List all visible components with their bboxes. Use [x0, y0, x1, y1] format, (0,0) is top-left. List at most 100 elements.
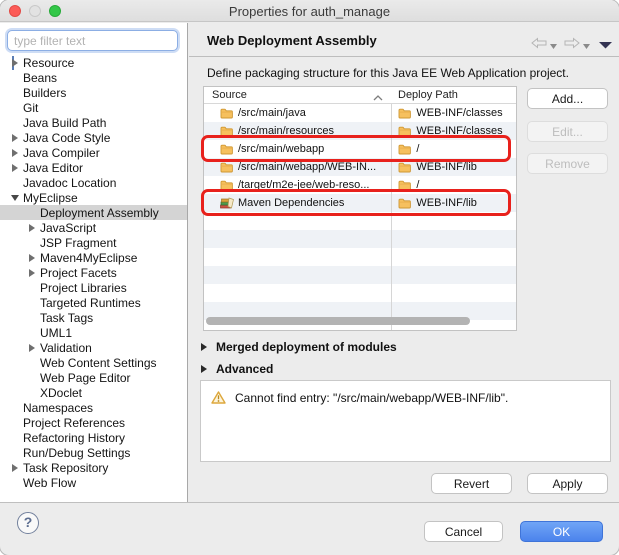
table-row-src-main-resources[interactable]: /src/main/resources WEB-INF/classes	[204, 122, 516, 140]
folder-icon	[220, 144, 234, 155]
forward-dropdown-icon[interactable]	[583, 36, 590, 54]
tree-collapsed-icon[interactable]	[10, 59, 20, 67]
sidebar-item-task-repository[interactable]: Task Repository	[0, 460, 187, 475]
tree-collapsed-icon[interactable]	[10, 464, 20, 472]
sidebar-item-web-content-settings[interactable]: Web Content Settings	[0, 355, 187, 370]
cell-text: /target/m2e-jee/web-reso...	[238, 179, 369, 191]
sidebar-item-task-tags[interactable]: Task Tags	[0, 310, 187, 325]
column-header-source[interactable]: Source	[212, 89, 247, 101]
ok-button[interactable]: OK	[520, 521, 603, 542]
section-merged-deployment[interactable]: Merged deployment of modules	[201, 340, 397, 354]
table-empty-row	[204, 266, 516, 284]
sidebar-item-git[interactable]: Git	[0, 100, 187, 115]
table-cell: WEB-INF/classes	[390, 122, 516, 140]
sidebar-item-label: Maven4MyEclipse	[40, 251, 137, 265]
folder-icon	[220, 108, 234, 119]
horizontal-scrollbar[interactable]	[206, 317, 470, 325]
sidebar-item-resource[interactable]: Resource	[0, 55, 187, 70]
tree-collapsed-icon[interactable]	[10, 164, 20, 172]
sidebar-item-label: JavaScript	[40, 221, 96, 235]
help-button[interactable]: ?	[17, 512, 39, 534]
back-dropdown-icon[interactable]	[550, 36, 557, 54]
table-cell: /src/main/resources	[204, 122, 390, 140]
sidebar-item-project-references[interactable]: Project References	[0, 415, 187, 430]
sidebar-item-label: JSP Fragment	[40, 236, 116, 250]
sidebar-item-java-compiler[interactable]: Java Compiler	[0, 145, 187, 160]
tree-collapsed-icon[interactable]	[27, 269, 37, 277]
tree-collapsed-icon[interactable]	[27, 224, 37, 232]
table-empty-row	[204, 230, 516, 248]
sidebar-item-builders[interactable]: Builders	[0, 85, 187, 100]
filter-input[interactable]	[7, 30, 178, 51]
sidebar-item-label: UML1	[40, 326, 72, 340]
sidebar-item-validation[interactable]: Validation	[0, 340, 187, 355]
table-cell: WEB-INF/classes	[390, 104, 516, 122]
sidebar-item-javascript[interactable]: JavaScript	[0, 220, 187, 235]
cell-text: WEB-INF/classes	[416, 125, 502, 137]
table-cell: /	[390, 140, 516, 158]
apply-button[interactable]: Apply	[527, 473, 608, 494]
view-menu-icon[interactable]	[599, 36, 612, 54]
sidebar-item-label: Run/Debug Settings	[23, 446, 130, 460]
sidebar-item-jsp-fragment[interactable]: JSP Fragment	[0, 235, 187, 250]
folder-icon	[220, 162, 234, 173]
back-icon[interactable]	[531, 36, 547, 54]
sidebar-item-web-page-editor[interactable]: Web Page Editor	[0, 370, 187, 385]
column-header-deploy-path[interactable]: Deploy Path	[398, 89, 458, 101]
sidebar-item-namespaces[interactable]: Namespaces	[0, 400, 187, 415]
sidebar-item-run-debug-settings[interactable]: Run/Debug Settings	[0, 445, 187, 460]
tree-collapsed-icon[interactable]	[27, 254, 37, 262]
window-title: Properties for auth_manage	[0, 4, 619, 19]
sidebar-item-java-editor[interactable]: Java Editor	[0, 160, 187, 175]
sidebar-item-beans[interactable]: Beans	[0, 70, 187, 85]
forward-icon[interactable]	[564, 36, 580, 54]
titlebar: Properties for auth_manage	[0, 0, 619, 22]
section-advanced[interactable]: Advanced	[201, 362, 273, 376]
page-title: Web Deployment Assembly	[207, 33, 377, 48]
assembly-table: Source Deploy Path /src/main/java WEB-INF…	[203, 86, 517, 331]
sidebar-item-label: Builders	[23, 86, 66, 100]
sidebar-item-deployment-assembly[interactable]: Deployment Assembly	[0, 205, 187, 220]
sidebar-item-label: Task Tags	[40, 311, 93, 325]
table-row-src-main-webapp[interactable]: /src/main/webapp/	[204, 140, 516, 158]
cell-text: /	[416, 179, 419, 191]
sidebar-item-refactoring-history[interactable]: Refactoring History	[0, 430, 187, 445]
tree-collapsed-icon[interactable]	[10, 134, 20, 142]
sort-ascending-icon	[373, 92, 383, 104]
folder-icon	[398, 162, 412, 173]
table-row-src-main-java[interactable]: /src/main/java WEB-INF/classes	[204, 104, 516, 122]
sidebar-item-label: Deployment Assembly	[40, 206, 159, 220]
table-row-target-m2e-jee-web-reso[interactable]: /target/m2e-jee/web-reso... /	[204, 176, 516, 194]
sidebar-item-java-code-style[interactable]: Java Code Style	[0, 130, 187, 145]
preferences-tree: ResourceBeansBuildersGitJava Build PathJ…	[0, 55, 187, 490]
table-cell: WEB-INF/lib	[390, 194, 516, 212]
sidebar-item-uml1[interactable]: UML1	[0, 325, 187, 340]
sidebar-item-java-build-path[interactable]: Java Build Path	[0, 115, 187, 130]
sidebar-item-label: Validation	[40, 341, 92, 355]
sidebar-item-myeclipse[interactable]: MyEclipse	[0, 190, 187, 205]
cell-text: WEB-INF/lib	[416, 161, 477, 173]
tree-expanded-icon[interactable]	[10, 195, 20, 201]
sidebar-item-maven4myeclipse[interactable]: Maven4MyEclipse	[0, 250, 187, 265]
section-collapsed-icon	[201, 343, 207, 351]
add-button[interactable]: Add...	[527, 88, 608, 109]
revert-button[interactable]: Revert	[431, 473, 512, 494]
cell-text: /src/main/webapp/WEB-IN...	[238, 161, 376, 173]
sidebar-item-project-facets[interactable]: Project Facets	[0, 265, 187, 280]
sidebar-item-label: Project References	[23, 416, 125, 430]
sidebar-item-targeted-runtimes[interactable]: Targeted Runtimes	[0, 295, 187, 310]
table-cell: /target/m2e-jee/web-reso...	[204, 176, 390, 194]
sidebar-item-project-libraries[interactable]: Project Libraries	[0, 280, 187, 295]
sidebar-item-label: Refactoring History	[23, 431, 125, 445]
sidebar-item-javadoc-location[interactable]: Javadoc Location	[0, 175, 187, 190]
message-panel: Cannot find entry: "/src/main/webapp/WEB…	[200, 380, 611, 462]
table-row-src-main-webapp-web-in[interactable]: /src/main/webapp/WEB-IN... WEB-INF/lib	[204, 158, 516, 176]
tree-collapsed-icon[interactable]	[27, 344, 37, 352]
tree-collapsed-icon[interactable]	[10, 149, 20, 157]
sidebar-item-xdoclet[interactable]: XDoclet	[0, 385, 187, 400]
sidebar-item-web-flow[interactable]: Web Flow	[0, 475, 187, 490]
cancel-button[interactable]: Cancel	[424, 521, 503, 542]
table-row-maven-dependencies[interactable]: Maven DependenciesWEB-INF/lib	[204, 194, 516, 212]
cell-text: /src/main/java	[238, 107, 306, 119]
remove-button: Remove	[527, 153, 608, 174]
